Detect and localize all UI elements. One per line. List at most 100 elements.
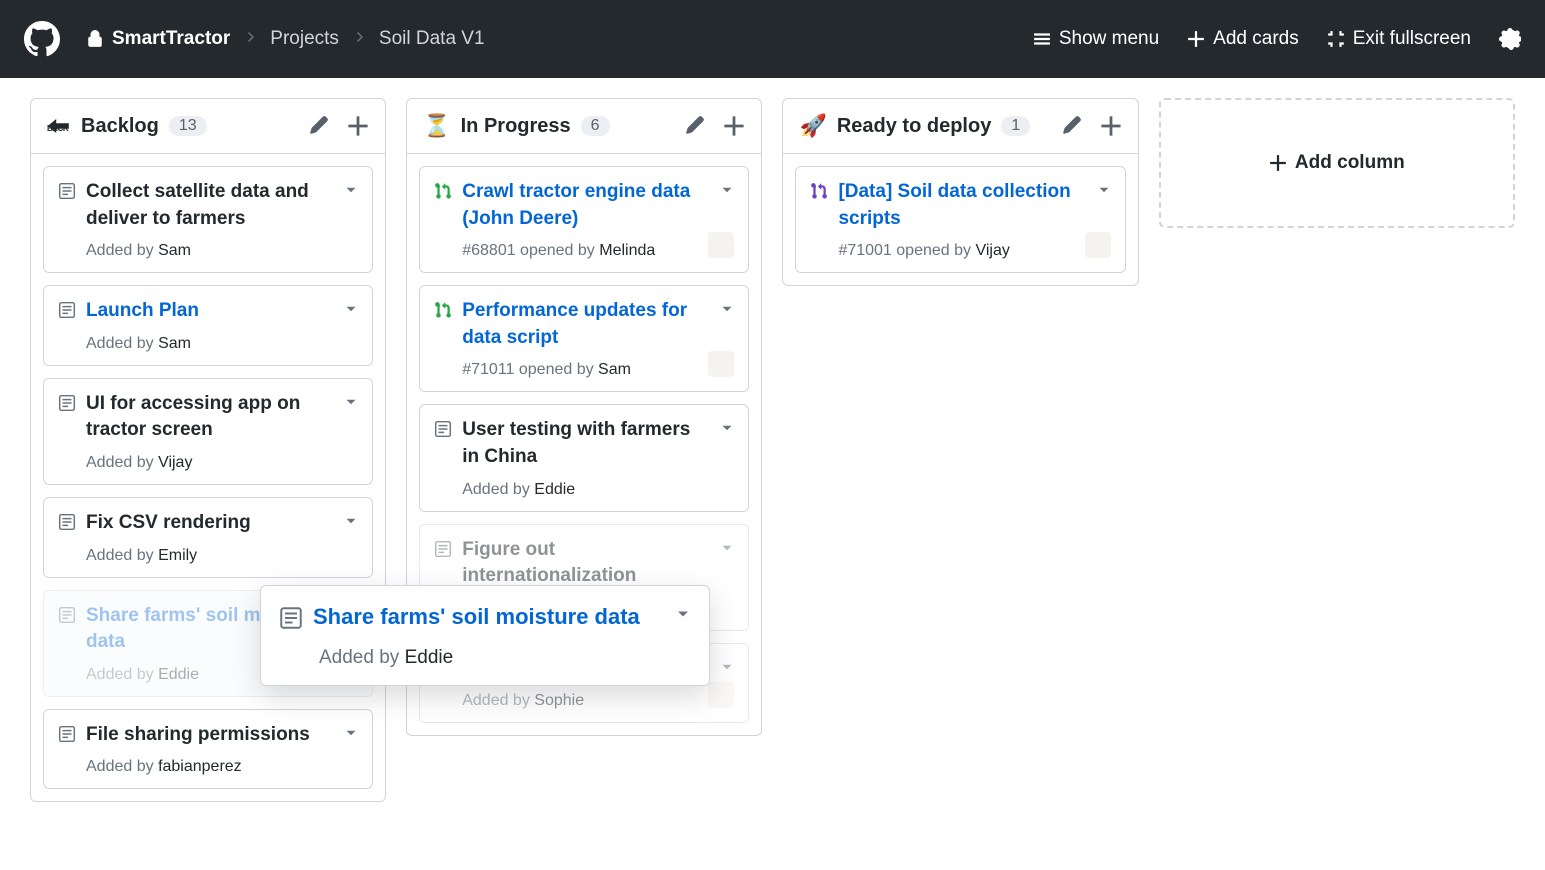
- plus-icon[interactable]: [1100, 115, 1122, 137]
- breadcrumb-repo[interactable]: SmartTractor: [86, 28, 230, 50]
- card[interactable]: File sharing permissionsAdded by fabianp…: [43, 709, 373, 790]
- card[interactable]: User testing with farmers in China Added …: [419, 404, 749, 511]
- plus-icon[interactable]: [723, 115, 745, 137]
- chevron-down-icon[interactable]: [342, 724, 360, 742]
- column-title: In Progress: [461, 115, 571, 138]
- chevron-down-icon[interactable]: [342, 512, 360, 530]
- column-backlog: BACK Backlog 13 Collect satellite data and …: [30, 98, 386, 802]
- card-title: File sharing permissions: [86, 722, 336, 749]
- assignee-swatch: [1085, 232, 1111, 258]
- card-title: User testing with farmers in China: [462, 417, 734, 470]
- header-right: Show menu Add cards Exit fullscreen: [1033, 28, 1521, 50]
- column-count-badge: 1: [1001, 116, 1030, 136]
- chevron-down-icon[interactable]: [718, 658, 736, 676]
- chevron-down-icon[interactable]: [342, 393, 360, 411]
- card-meta: #71011 opened by Sam: [434, 361, 734, 379]
- chevron-right-icon: [351, 29, 367, 50]
- card-title: Performance updates for data script: [462, 298, 734, 351]
- note-icon: [58, 301, 76, 319]
- card[interactable]: Launch PlanAdded by Sam: [43, 285, 373, 366]
- chevron-down-icon[interactable]: [1095, 181, 1113, 199]
- pr-icon: [810, 182, 828, 200]
- assignee-swatch: [708, 232, 734, 258]
- chevron-down-icon[interactable]: [718, 539, 736, 557]
- show-menu-button[interactable]: Show menu: [1033, 28, 1159, 50]
- app-header: SmartTractor Projects Soil Data V1 Show …: [0, 0, 1545, 78]
- chevron-right-icon: [242, 29, 258, 50]
- card-title: UI for accessing app on tractor screen: [86, 391, 358, 444]
- column-emoji-icon: BACK: [47, 113, 71, 139]
- card-meta: Added by Vijay: [58, 454, 358, 472]
- exit-fullscreen-icon: [1327, 30, 1345, 48]
- column-count-badge: 13: [169, 116, 207, 136]
- column-ready-to-deploy: 🚀Ready to deploy1[Data] Soil data collec…: [782, 98, 1138, 286]
- chevron-down-icon[interactable]: [718, 419, 736, 437]
- pencil-icon[interactable]: [309, 115, 329, 137]
- pr-icon: [434, 301, 452, 319]
- note-icon: [58, 182, 76, 200]
- column-header: ⏳ In Progress 6: [407, 99, 761, 154]
- card[interactable]: Performance updates for data script #7101…: [419, 285, 749, 392]
- note-icon: [58, 606, 76, 624]
- add-cards-button[interactable]: Add cards: [1187, 28, 1299, 50]
- column-body: [Data] Soil data collection scripts #7100…: [783, 154, 1137, 285]
- column-body: Collect satellite data and deliver to fa…: [31, 154, 385, 801]
- note-icon: [434, 420, 452, 438]
- exit-fullscreen-label: Exit fullscreen: [1353, 28, 1471, 50]
- note-icon: [279, 606, 303, 630]
- card-meta: Added by Emily: [58, 547, 358, 565]
- card-title: Crawl tractor engine data (John Deere): [462, 179, 734, 232]
- note-icon: [58, 513, 76, 531]
- lock-icon: [86, 30, 104, 48]
- pencil-icon[interactable]: [685, 115, 705, 137]
- add-column-button[interactable]: Add column: [1159, 98, 1515, 228]
- card[interactable]: Collect satellite data and deliver to fa…: [43, 166, 373, 273]
- card-meta: #68801 opened by Melinda: [434, 242, 734, 260]
- gear-icon[interactable]: [1499, 28, 1521, 50]
- pencil-icon[interactable]: [1062, 115, 1082, 137]
- breadcrumb: SmartTractor Projects Soil Data V1: [76, 28, 485, 50]
- card-title: Fix CSV rendering: [86, 510, 277, 537]
- chevron-down-icon[interactable]: [718, 181, 736, 199]
- column-title: Ready to deploy: [837, 115, 991, 138]
- card-title: [Data] Soil data collection scripts: [838, 179, 1110, 232]
- chevron-down-icon[interactable]: [673, 604, 693, 624]
- github-logo-icon[interactable]: [24, 21, 60, 57]
- card-meta: Added by Eddie: [279, 647, 691, 669]
- add-cards-label: Add cards: [1213, 28, 1299, 50]
- chevron-down-icon[interactable]: [342, 300, 360, 318]
- chevron-down-icon[interactable]: [342, 181, 360, 199]
- dragging-card[interactable]: Share farms' soil moisture data Added by…: [260, 585, 710, 686]
- project-board: BACK Backlog 13 Collect satellite data and …: [0, 78, 1545, 822]
- exit-fullscreen-button[interactable]: Exit fullscreen: [1327, 28, 1471, 50]
- card-meta: Added by Sam: [58, 335, 358, 353]
- card[interactable]: [Data] Soil data collection scripts #7100…: [795, 166, 1125, 273]
- column-title: Backlog: [81, 115, 159, 138]
- add-column-label: Add column: [1295, 152, 1405, 174]
- header-left: SmartTractor Projects Soil Data V1: [24, 21, 485, 57]
- card-meta: Added by Eddie: [434, 481, 734, 499]
- column-emoji-icon: ⏳: [423, 113, 450, 139]
- pr-icon: [434, 182, 452, 200]
- column-header: BACK Backlog 13: [31, 99, 385, 154]
- card-meta: #71001 opened by Vijay: [810, 242, 1110, 260]
- card-meta: Added by Sophie: [434, 692, 734, 710]
- column-count-badge: 6: [581, 116, 610, 136]
- card[interactable]: UI for accessing app on tractor screen Ad…: [43, 378, 373, 485]
- plus-icon: [1269, 154, 1287, 172]
- note-icon: [434, 540, 452, 558]
- show-menu-label: Show menu: [1059, 28, 1159, 50]
- card[interactable]: Fix CSV rendering Added by Emily: [43, 497, 373, 578]
- chevron-down-icon[interactable]: [718, 300, 736, 318]
- card[interactable]: Crawl tractor engine data (John Deere) #6…: [419, 166, 749, 273]
- assignee-swatch: [708, 351, 734, 377]
- card-title: Share farms' soil moisture data: [313, 602, 666, 633]
- card-title: Collect satellite data and deliver to fa…: [86, 179, 358, 232]
- breadcrumb-repo-label: SmartTractor: [112, 28, 230, 50]
- card-title: Figure out internationalization: [462, 537, 734, 590]
- assignee-swatch: [708, 682, 734, 708]
- plus-icon[interactable]: [347, 115, 369, 137]
- breadcrumb-project-name[interactable]: Soil Data V1: [379, 28, 485, 50]
- breadcrumb-projects[interactable]: Projects: [270, 28, 339, 50]
- column-header: 🚀Ready to deploy1: [783, 99, 1137, 154]
